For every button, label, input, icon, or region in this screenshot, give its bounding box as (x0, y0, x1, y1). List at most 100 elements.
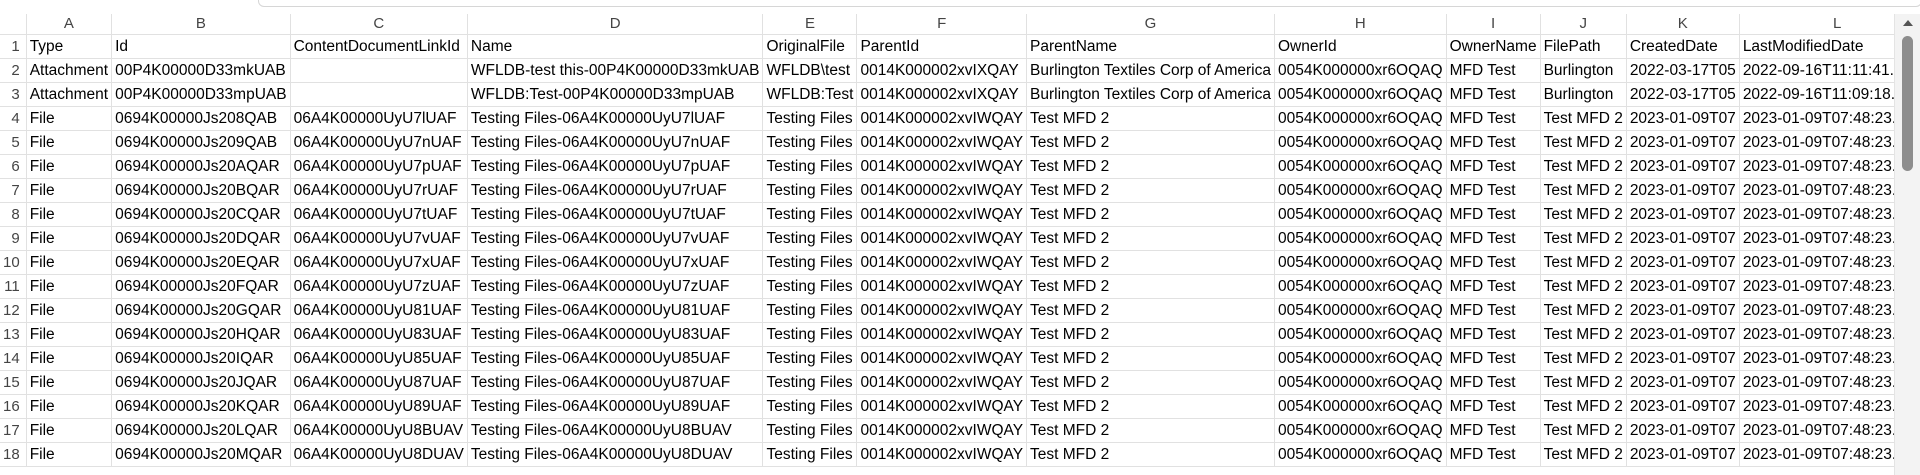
cell[interactable]: Test MFD 2 (1026, 226, 1275, 251)
cell[interactable]: Test MFD 2 (1026, 178, 1275, 203)
cell[interactable]: 2023-01-09T07:48:23.000Z (1739, 106, 1894, 131)
cell[interactable]: Test MFD 2 (1026, 202, 1275, 227)
cell[interactable]: 2022-09-16T11:09:18.000Z (1739, 82, 1894, 107)
cell[interactable]: 0054K000000xr6OQAQ (1274, 58, 1447, 83)
cell[interactable]: 2023-01-09T07:48:23.000Z (1739, 154, 1894, 179)
row-header[interactable]: 13 (0, 322, 27, 347)
cell[interactable]: 2023-01-09T07:48:23.000Z (1739, 418, 1894, 443)
cell[interactable]: 06A4K00000UyU83UAF (290, 322, 468, 347)
row-header[interactable]: 15 (0, 370, 27, 395)
cell[interactable]: File (26, 346, 113, 371)
cell[interactable]: Testing Files-06A4K00000UyU7vUAF (467, 226, 764, 251)
cell[interactable]: 0694K00000Js20IQAR (111, 346, 291, 371)
cell[interactable]: File (26, 106, 113, 131)
cell[interactable]: 0014K000002xvIWQAY (856, 274, 1028, 299)
cell[interactable]: 2023-01-09T07 (1626, 154, 1740, 179)
cell[interactable]: 2023-01-09T07 (1626, 106, 1740, 131)
cell[interactable]: MFD Test (1446, 226, 1541, 251)
cell[interactable]: MFD Test (1446, 178, 1541, 203)
cell[interactable]: 0694K00000Js20KQAR (111, 394, 291, 419)
cell[interactable]: 0014K000002xvIWQAY (856, 298, 1028, 323)
cell[interactable]: Test MFD 2 (1026, 130, 1275, 155)
cell[interactable]: 0694K00000Js20DQAR (111, 226, 291, 251)
cell[interactable]: Test MFD 2 (1026, 154, 1275, 179)
cell[interactable]: Testing Files-06A4K00000UyU8DUAV (467, 442, 764, 467)
cell[interactable]: 2023-01-09T07:48:23.000Z (1739, 274, 1894, 299)
cell[interactable]: Testing Files (762, 154, 858, 179)
cell[interactable]: 2023-01-09T07 (1626, 298, 1740, 323)
cell[interactable]: Testing Files-06A4K00000UyU85UAF (467, 346, 764, 371)
cell[interactable]: Burlington Textiles Corp of America (1026, 82, 1275, 107)
cell[interactable]: ContentDocumentLinkId (290, 34, 468, 59)
row-header[interactable]: 4 (0, 106, 27, 131)
cell[interactable]: Attachment (26, 58, 113, 83)
cell[interactable]: File (26, 370, 113, 395)
cell[interactable]: Test MFD 2 (1540, 370, 1627, 395)
cell[interactable]: 2023-01-09T07:48:23.000Z (1739, 370, 1894, 395)
cell[interactable]: 0694K00000Js209QAB (111, 130, 291, 155)
cell[interactable]: Testing Files (762, 298, 858, 323)
cell[interactable]: File (26, 202, 113, 227)
cell[interactable]: 2023-01-09T07:48:23.000Z (1739, 442, 1894, 467)
cell[interactable]: Test MFD 2 (1540, 106, 1627, 131)
row-header[interactable]: 12 (0, 298, 27, 323)
cell[interactable]: Test MFD 2 (1026, 106, 1275, 131)
cell[interactable]: File (26, 442, 113, 467)
cell[interactable]: MFD Test (1446, 346, 1541, 371)
cell[interactable]: 06A4K00000UyU7vUAF (290, 226, 468, 251)
cell[interactable]: 2022-09-16T11:11:41.000Z (1739, 58, 1894, 83)
cell[interactable]: OwnerName (1446, 34, 1541, 59)
cell[interactable]: File (26, 394, 113, 419)
cell[interactable]: Test MFD 2 (1540, 322, 1627, 347)
column-header-h[interactable]: H (1274, 14, 1447, 35)
cell[interactable]: 2023-01-09T07 (1626, 274, 1740, 299)
cell[interactable]: Testing Files (762, 370, 858, 395)
cell[interactable]: 0694K00000Js20LQAR (111, 418, 291, 443)
cell[interactable]: File (26, 274, 113, 299)
cell[interactable]: MFD Test (1446, 130, 1541, 155)
cell[interactable]: File (26, 298, 113, 323)
cell[interactable]: 0014K000002xvIWQAY (856, 178, 1028, 203)
cell[interactable]: MFD Test (1446, 106, 1541, 131)
cell[interactable]: 2023-01-09T07:48:23.000Z (1739, 226, 1894, 251)
cell[interactable]: Testing Files (762, 250, 858, 275)
column-header-j[interactable]: J (1540, 14, 1627, 35)
cell[interactable]: Testing Files (762, 274, 858, 299)
cell[interactable]: WFLDB:Test (762, 82, 858, 107)
row-header[interactable]: 6 (0, 154, 27, 179)
cell[interactable]: Test MFD 2 (1026, 442, 1275, 467)
cell[interactable]: 0054K000000xr6OQAQ (1274, 250, 1447, 275)
cell[interactable]: 2022-03-17T05 (1626, 58, 1740, 83)
cell[interactable]: 0054K000000xr6OQAQ (1274, 106, 1447, 131)
cell[interactable]: 0014K000002xvIWQAY (856, 130, 1028, 155)
cell[interactable]: 06A4K00000UyU7xUAF (290, 250, 468, 275)
cell[interactable]: Test MFD 2 (1026, 418, 1275, 443)
cell[interactable]: 0054K000000xr6OQAQ (1274, 82, 1447, 107)
cell[interactable]: Test MFD 2 (1540, 130, 1627, 155)
cell[interactable]: 0014K000002xvIWQAY (856, 394, 1028, 419)
cell[interactable]: Test MFD 2 (1026, 298, 1275, 323)
cell[interactable]: Test MFD 2 (1540, 226, 1627, 251)
cell[interactable]: 0694K00000Js20FQAR (111, 274, 291, 299)
cell[interactable]: Testing Files (762, 226, 858, 251)
cell[interactable]: Burlington (1540, 58, 1627, 83)
cell[interactable]: File (26, 226, 113, 251)
cell[interactable]: Testing Files (762, 322, 858, 347)
cell[interactable]: OriginalFile (762, 34, 858, 59)
cell[interactable]: Attachment (26, 82, 113, 107)
row-header[interactable]: 17 (0, 418, 27, 443)
cell[interactable]: 0054K000000xr6OQAQ (1274, 298, 1447, 323)
row-header[interactable]: 16 (0, 394, 27, 419)
cell[interactable]: MFD Test (1446, 250, 1541, 275)
cell[interactable]: 00P4K00000D33mkUAB (111, 58, 291, 83)
column-header-e[interactable]: E (762, 14, 858, 35)
cell[interactable]: Testing Files (762, 130, 858, 155)
cell[interactable]: MFD Test (1446, 442, 1541, 467)
row-header[interactable]: 8 (0, 202, 27, 227)
cell[interactable]: MFD Test (1446, 154, 1541, 179)
column-header-g[interactable]: G (1026, 14, 1275, 35)
cell[interactable]: CreatedDate (1626, 34, 1740, 59)
column-header-a[interactable]: A (26, 14, 113, 35)
select-all-corner[interactable] (0, 14, 27, 35)
cell[interactable]: 0694K00000Js20JQAR (111, 370, 291, 395)
